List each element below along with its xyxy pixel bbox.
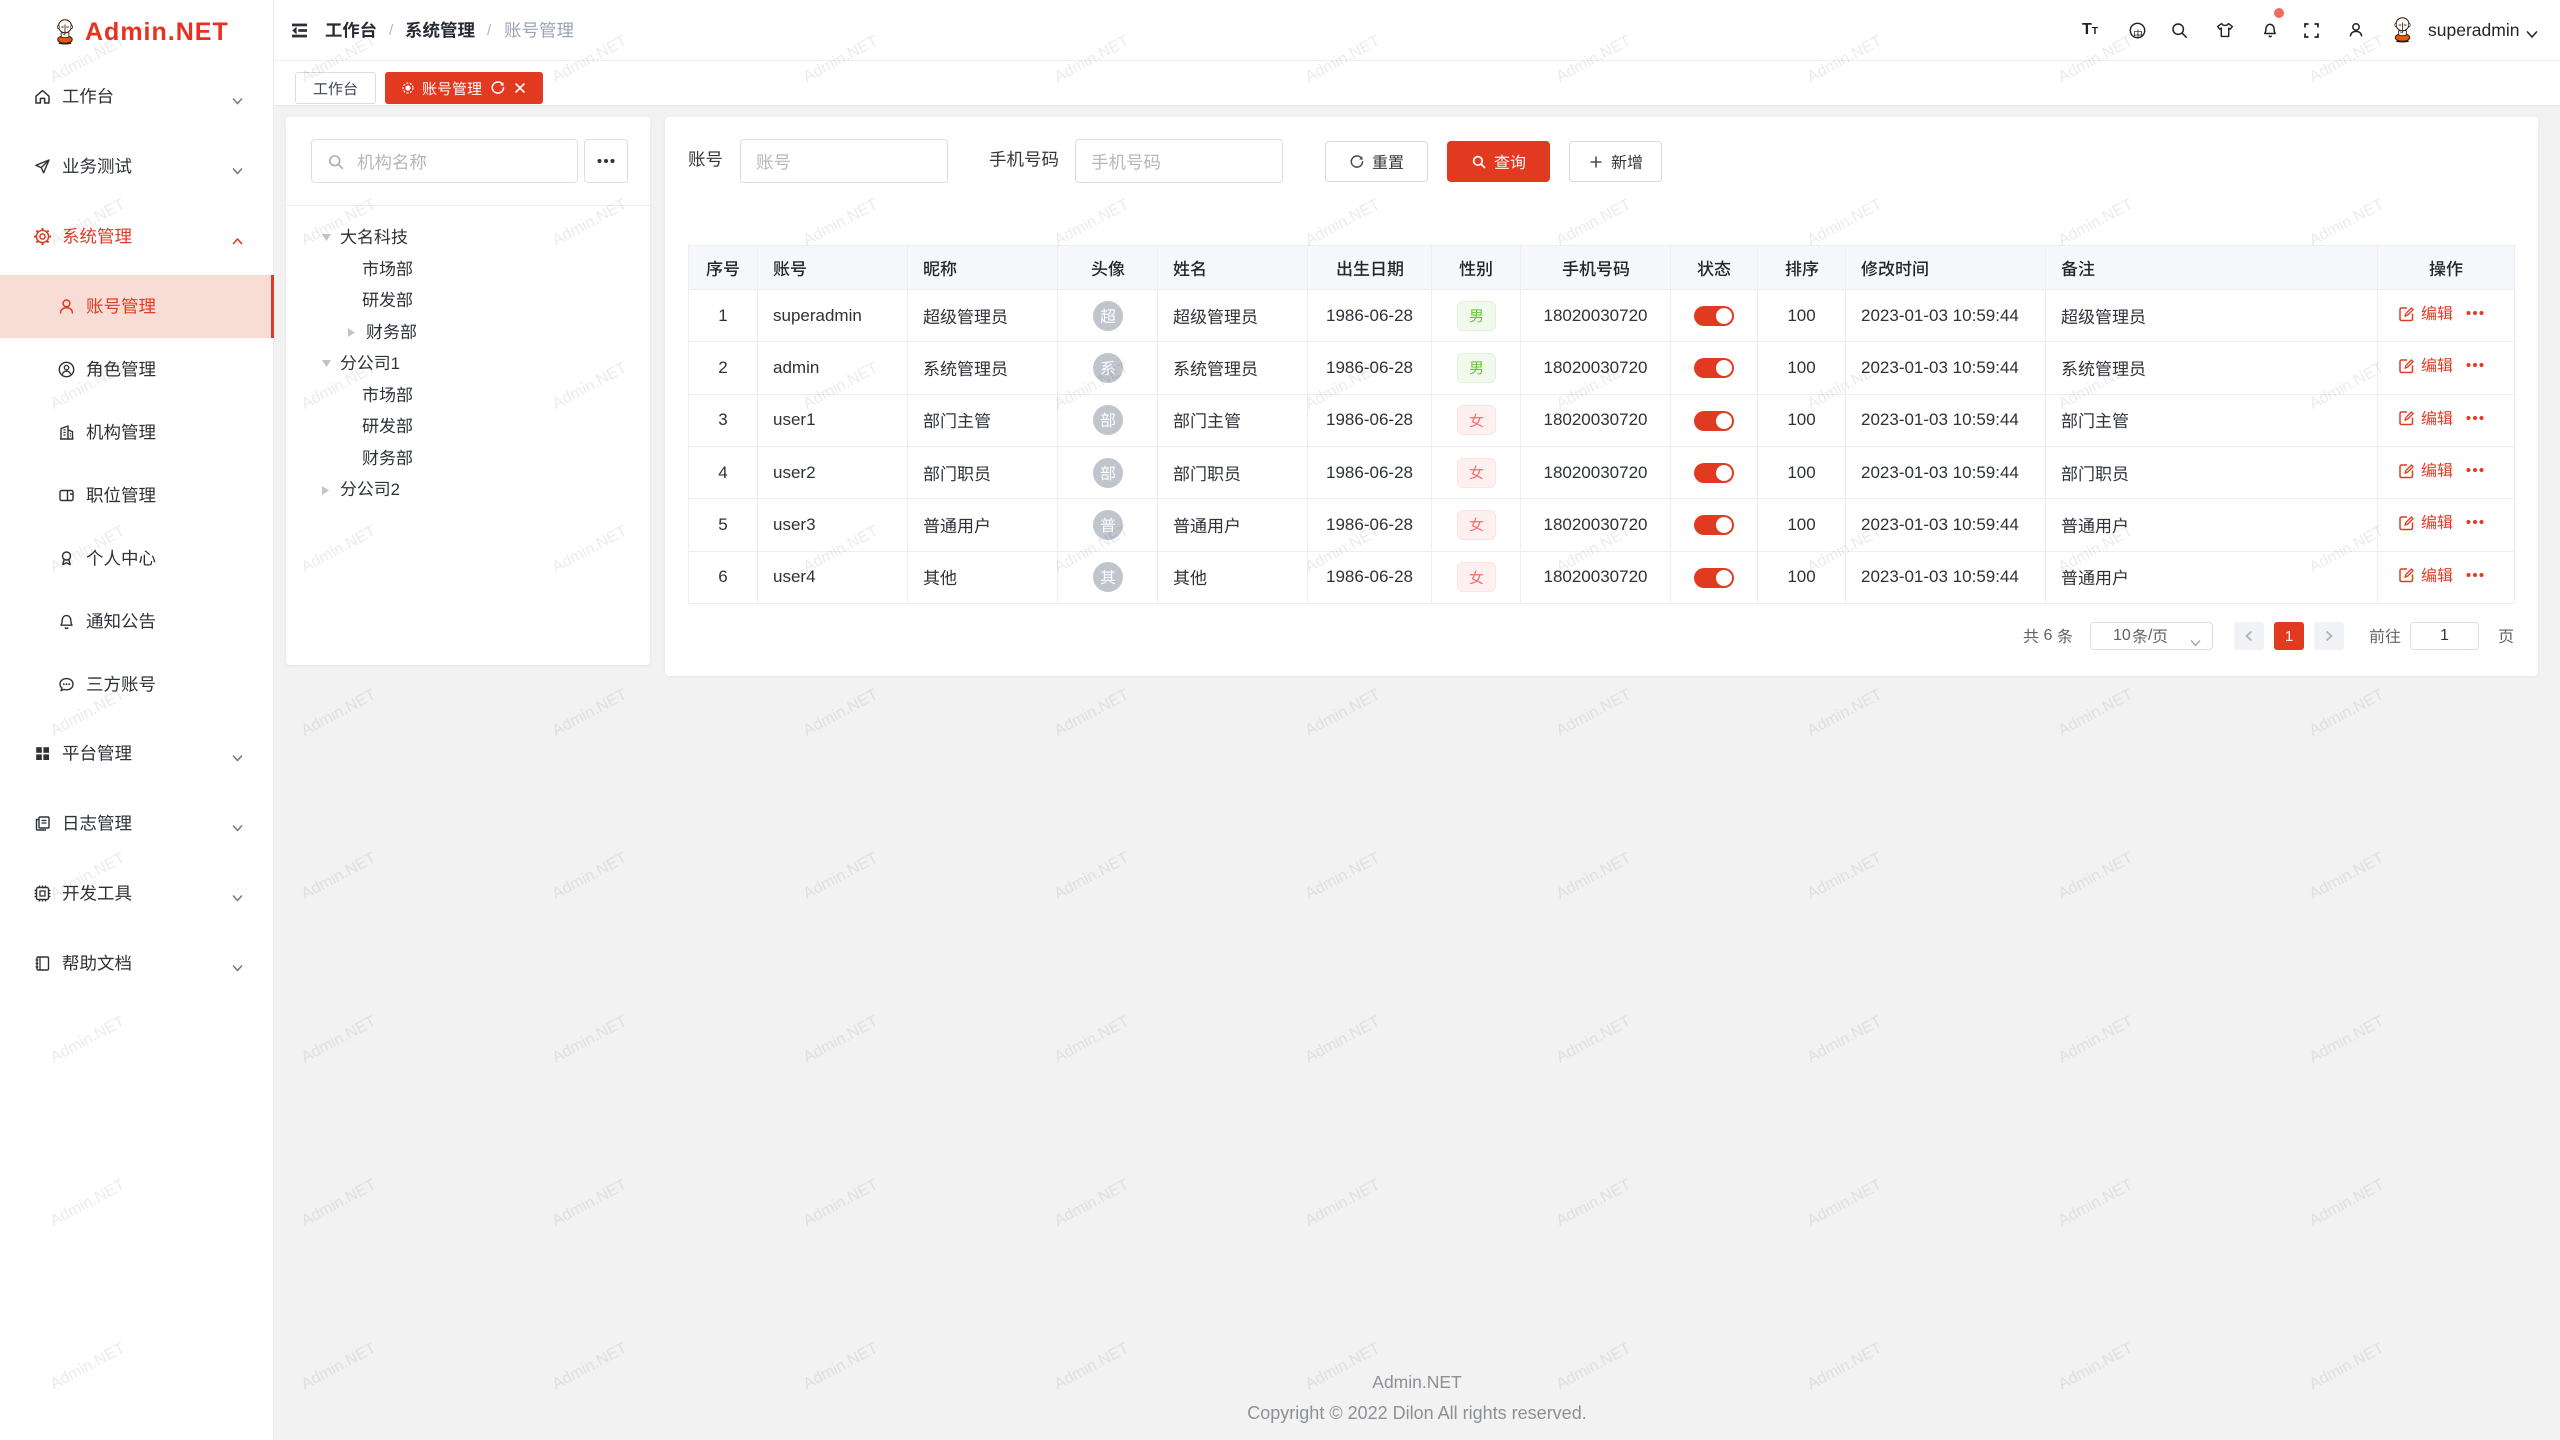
svg-text:1: 1	[391, 354, 400, 371]
svg-text:2: 2	[391, 480, 400, 497]
